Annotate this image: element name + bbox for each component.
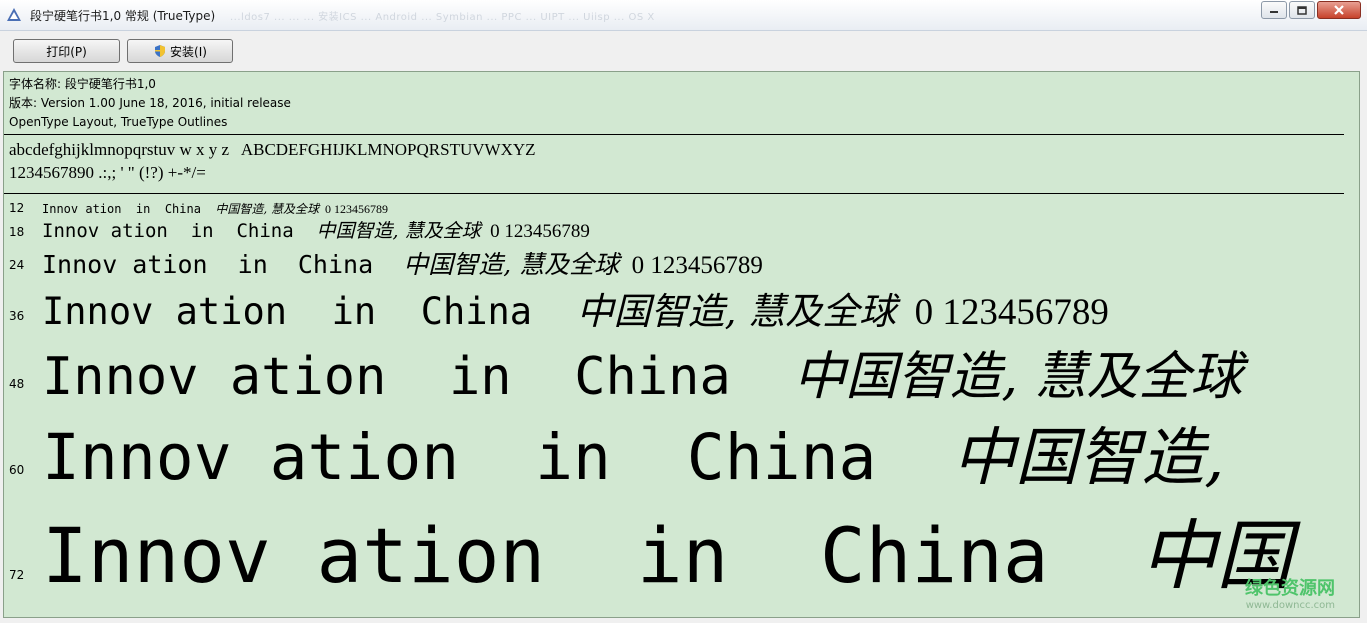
minimize-icon xyxy=(1270,11,1278,13)
sample-digits: 0 123456789 xyxy=(619,252,763,279)
watermark: 绿色资源网 www.downcc.com xyxy=(1245,574,1335,611)
size-label: 60 xyxy=(9,463,25,477)
sample-latin: Innov ation in China xyxy=(42,421,953,494)
watermark-url: www.downcc.com xyxy=(1245,600,1335,611)
font-version-line: 版本: Version 1.00 June 18, 2016, initial … xyxy=(9,96,291,110)
sample-chinese: 中国智造, 慧及全球 xyxy=(793,347,1243,407)
sample-latin: Innov ation in China xyxy=(42,220,317,242)
minimize-button[interactable] xyxy=(1261,1,1287,19)
sample-digits: 0 123456789 xyxy=(319,202,389,216)
watermark-title: 绿色资源网 xyxy=(1245,578,1335,599)
sample-digits: 0 123456789 xyxy=(480,221,590,242)
divider xyxy=(4,193,1344,194)
print-button-label: 打印(P) xyxy=(46,44,87,59)
maximize-button[interactable] xyxy=(1289,1,1315,19)
title-ghost-text: ...ldos7 ... ... ... 安装ICS ... Android .… xyxy=(230,12,655,23)
sample-latin: Innov ation in China xyxy=(42,511,1141,600)
divider xyxy=(4,134,1344,135)
size-label: 24 xyxy=(9,258,25,272)
sample-text: Innov ation in China 中国智造, 慧及全球 0 123456… xyxy=(42,245,763,281)
title-bar[interactable]: 段宁硬笔行书1,0 常规 (TrueType) ...ldos7 ... ...… xyxy=(0,0,1367,31)
vertical-scrollbar[interactable] xyxy=(1360,71,1367,618)
font-name-line: 字体名称: 段宁硬笔行书1,0 xyxy=(9,77,156,91)
size-label: 18 xyxy=(9,225,25,239)
sample-latin: Innov ation in China xyxy=(42,290,577,333)
close-icon xyxy=(1334,5,1344,15)
window-title: 段宁硬笔行书1,0 常规 (TrueType) xyxy=(30,9,216,23)
sample-text: Innov ation in China 中国 xyxy=(42,494,1292,604)
size-label: 36 xyxy=(9,309,25,323)
sample-chinese: 中国智造, xyxy=(952,421,1225,494)
sample-chinese: 中国智造, 慧及全球 xyxy=(215,202,320,216)
size-label: 48 xyxy=(9,377,25,391)
font-preview-panel[interactable]: 字体名称: 段宁硬笔行书1,0 版本: Version 1.00 June 18… xyxy=(3,71,1360,618)
sample-text: Innov ation in China 中国智造, 慧及全球 0 123456… xyxy=(42,200,388,217)
sample-text: Innov ation in China 中国智造, 慧及全球 0 123456… xyxy=(42,216,590,243)
charset-letters: abcdefghijklmnopqrstuv w x y z ABCDEFGHI… xyxy=(9,140,536,159)
sample-text: Innov ation in China 中国智造, 慧及全球 0 123456… xyxy=(42,281,1109,335)
window-controls xyxy=(1259,1,1361,19)
toolbar: 打印(P) 安装(I) xyxy=(0,31,1367,71)
maximize-icon xyxy=(1297,5,1307,15)
font-info: 字体名称: 段宁硬笔行书1,0 版本: Version 1.00 June 18… xyxy=(9,75,291,132)
size-label: 12 xyxy=(9,201,25,215)
close-button[interactable] xyxy=(1317,1,1361,19)
font-viewer-icon xyxy=(7,8,21,21)
install-button[interactable]: 安装(I) xyxy=(127,39,233,63)
size-label: 72 xyxy=(9,568,25,582)
charset-digits-symbols: 1234567890 .:,; ' " (!?) +-*/= xyxy=(9,163,206,182)
install-button-label: 安装(I) xyxy=(170,44,207,59)
sample-chinese: 中国智造, 慧及全球 xyxy=(403,250,620,279)
sample-latin: Innov ation in China xyxy=(42,250,404,279)
font-outlines-line: OpenType Layout, TrueType Outlines xyxy=(9,115,228,129)
sample-chinese: 中国智造, 慧及全球 xyxy=(576,290,897,333)
uac-shield-icon xyxy=(155,45,166,57)
print-button[interactable]: 打印(P) xyxy=(13,39,120,63)
sample-chinese: 中国智造, 慧及全球 xyxy=(316,220,481,242)
sample-text: Innov ation in China 中国智造, 慧及全球 xyxy=(42,334,1242,409)
sample-text: Innov ation in China 中国智造, xyxy=(42,407,1224,498)
sample-latin: Innov ation in China xyxy=(42,347,794,407)
sample-latin: Innov ation in China xyxy=(42,202,216,216)
sample-digits: 0 123456789 xyxy=(896,292,1109,333)
